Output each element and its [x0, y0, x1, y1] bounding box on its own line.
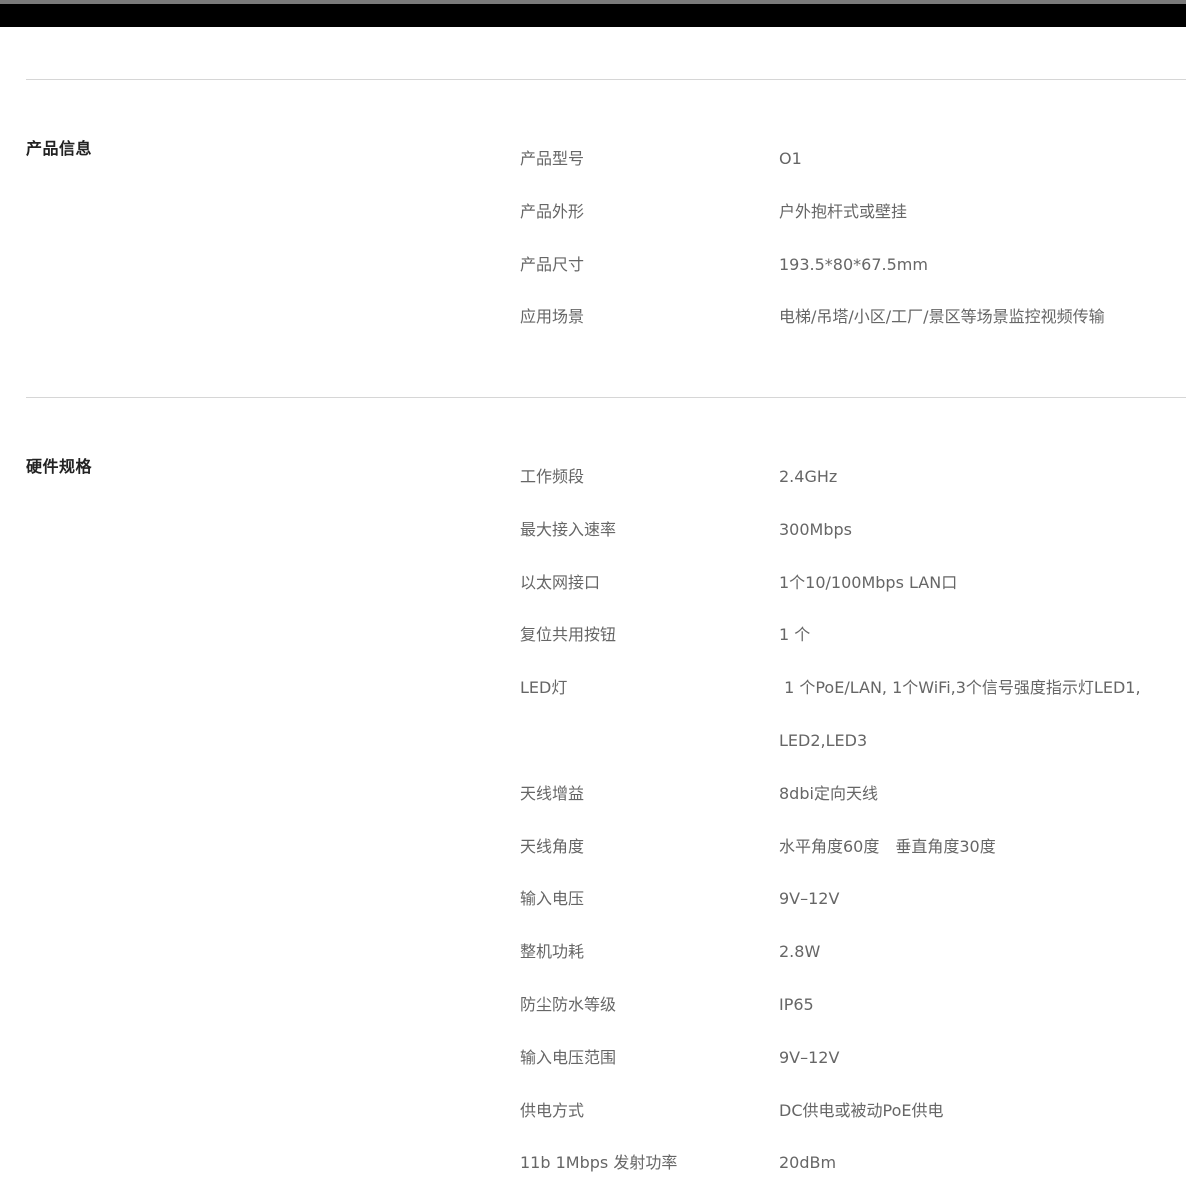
- section-divider: [26, 397, 1186, 398]
- spec-row: 供电方式 DC供电或被动PoE供电: [520, 1085, 1141, 1138]
- spec-value: 193.5*80*67.5mm: [779, 254, 928, 274]
- spec-label: 产品尺寸: [520, 254, 585, 274]
- spec-row: 防尘防水等级 IP65: [520, 979, 1141, 1032]
- spec-row: 应用场景 电梯/吊塔/小区/工厂/景区等场景监控视频传输: [520, 291, 1105, 344]
- spec-row: 输入电压 9V–12V: [520, 873, 1141, 926]
- spec-value: 9V–12V: [779, 889, 840, 909]
- spec-row: 天线增益 8dbi定向天线: [520, 768, 1141, 821]
- section-title-hardware-spec: 硬件规格: [26, 457, 93, 476]
- spec-label: 产品外形: [520, 201, 585, 221]
- spec-row: LED灯 1 个PoE/LAN, 1个WiFi,3个信号强度指示灯LED1,: [520, 662, 1141, 715]
- spec-label: 工作频段: [520, 467, 585, 486]
- spec-value: 2.4GHz: [779, 467, 838, 486]
- spec-label: 防尘防水等级: [520, 994, 617, 1014]
- spec-value: 8dbi定向天线: [779, 783, 878, 803]
- spec-row: LED2,LED3: [520, 715, 1141, 768]
- spec-label: 11b 1Mbps 发射功率: [520, 1153, 678, 1173]
- spec-row: 天线角度 水平角度60度 垂直角度30度: [520, 821, 1141, 874]
- spec-value: LED2,LED3: [779, 730, 868, 750]
- section-title-product-info: 产品信息: [26, 139, 93, 158]
- spec-value: 水平角度60度 垂直角度30度: [779, 836, 996, 856]
- spec-value: 2.8W: [779, 942, 821, 962]
- spec-row: 产品尺寸 193.5*80*67.5mm: [520, 239, 1105, 292]
- spec-label: 天线增益: [520, 783, 585, 803]
- product-info-spec-list: 产品型号 O1 产品外形 户外抱杆式或壁挂 产品尺寸 193.5*80*67.5mm …: [520, 133, 1105, 344]
- spec-row: 整机功耗 2.8W: [520, 926, 1141, 979]
- spec-row: 产品型号 O1: [520, 133, 1105, 186]
- spec-value: IP65: [779, 994, 814, 1014]
- spec-value: 户外抱杆式或壁挂: [779, 201, 908, 221]
- spec-label: [520, 715, 779, 768]
- section-divider: [26, 79, 1186, 80]
- spec-label: 供电方式: [520, 1100, 585, 1120]
- spec-row: 工作频段 2.4GHz: [520, 451, 1141, 504]
- spec-label: 产品型号: [520, 149, 585, 168]
- spec-label: 输入电压范围: [520, 1047, 617, 1067]
- spec-value: 9V–12V: [779, 1047, 840, 1067]
- spec-value: 1 个: [779, 625, 811, 645]
- spec-value: 1 个PoE/LAN, 1个WiFi,3个信号强度指示灯LED1,: [779, 678, 1141, 698]
- spec-row: 11b 1Mbps 发射功率 20dBm: [520, 1137, 1141, 1190]
- spec-row: 复位共用按钮 1 个: [520, 609, 1141, 662]
- spec-value: 电梯/吊塔/小区/工厂/景区等场景监控视频传输: [779, 307, 1105, 327]
- spec-row: 以太网接口 1个10/100Mbps LAN口: [520, 557, 1141, 610]
- spec-row: 最大接入速率 300Mbps: [520, 504, 1141, 557]
- spec-label: 应用场景: [520, 307, 585, 327]
- spec-value: 300Mbps: [779, 519, 852, 539]
- spec-value: O1: [779, 149, 802, 168]
- spec-label: LED灯: [520, 678, 568, 698]
- spec-label: 整机功耗: [520, 942, 585, 962]
- hardware-spec-list: 工作频段 2.4GHz 最大接入速率 300Mbps 以太网接口 1个10/100Mb…: [520, 451, 1141, 1190]
- spec-value: 1个10/100Mbps LAN口: [779, 572, 958, 592]
- spec-label: 输入电压: [520, 889, 585, 909]
- spec-row: 输入电压范围 9V–12V: [520, 1032, 1141, 1085]
- spec-label: 天线角度: [520, 836, 585, 856]
- spec-label: 最大接入速率: [520, 519, 617, 539]
- spec-row: 产品外形 户外抱杆式或壁挂: [520, 186, 1105, 239]
- spec-value: DC供电或被动PoE供电: [779, 1100, 944, 1120]
- top-header-bar: [0, 0, 1186, 27]
- spec-label: 以太网接口: [520, 572, 601, 592]
- spec-value: 20dBm: [779, 1153, 837, 1173]
- spec-label: 复位共用按钮: [520, 625, 617, 645]
